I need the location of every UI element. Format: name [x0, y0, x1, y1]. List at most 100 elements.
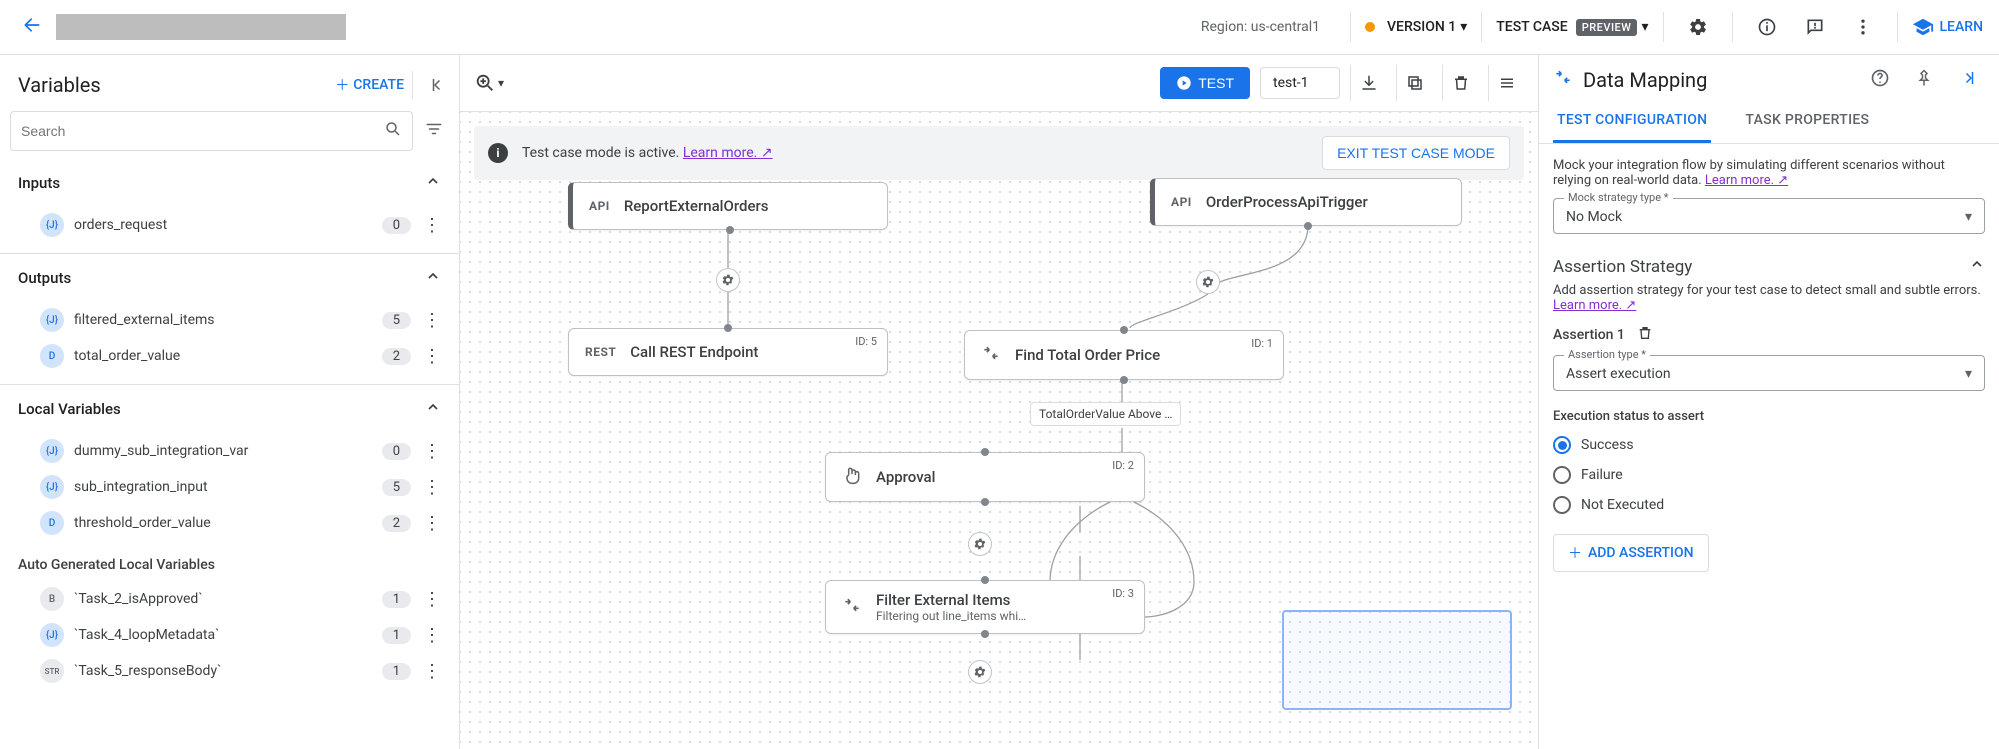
more-vert-icon[interactable]: ⋮ — [421, 441, 443, 462]
more-vert-icon[interactable]: ⋮ — [421, 513, 443, 534]
chevron-up-icon — [1969, 256, 1985, 277]
back-arrow[interactable] — [16, 15, 48, 40]
info-icon[interactable] — [1747, 7, 1787, 47]
assertion-strategy-section[interactable]: Assertion Strategy — [1553, 256, 1985, 277]
search-input[interactable] — [21, 123, 384, 139]
filter-icon[interactable] — [419, 120, 449, 142]
assertion-label: Assertion 1 — [1553, 327, 1625, 343]
variable-row[interactable]: {J} sub_integration_input 5 ⋮ — [0, 469, 459, 505]
more-vert-icon[interactable]: ⋮ — [421, 661, 443, 682]
assertion-type-dropdown[interactable]: Assertion type * Assert execution▾ — [1553, 355, 1985, 391]
right-panel-title: Data Mapping — [1583, 68, 1853, 92]
more-vert-icon[interactable]: ⋮ — [421, 625, 443, 646]
api-icon: API — [1171, 195, 1192, 209]
variables-title: Variables — [18, 73, 327, 97]
tab-task-properties[interactable]: TASK PROPERTIES — [1741, 102, 1873, 143]
learn-button[interactable]: LEARN — [1912, 16, 1984, 38]
gear-icon[interactable] — [1196, 270, 1220, 294]
gear-icon[interactable] — [968, 532, 992, 556]
info-icon: i — [488, 143, 508, 163]
trigger-node-report[interactable]: API ReportExternalOrders — [568, 182, 888, 230]
task-id: ID: 5 — [855, 335, 877, 348]
task-node-filter[interactable]: Filter External Items Filtering out line… — [825, 580, 1145, 634]
task-node-rest[interactable]: REST Call REST Endpoint ID: 5 — [568, 328, 888, 376]
preview-badge: PREVIEW — [1576, 19, 1638, 36]
add-assertion-button[interactable]: ＋ ADD ASSERTION — [1553, 534, 1709, 572]
delete-assertion-icon[interactable] — [1637, 325, 1653, 345]
radio-icon — [1553, 496, 1571, 514]
menu-icon[interactable] — [1488, 65, 1524, 101]
learn-more-link[interactable]: Learn more. ↗ — [1553, 298, 1636, 313]
task-id: ID: 2 — [1112, 459, 1134, 472]
region-label: Region: us-central1 — [1201, 19, 1320, 35]
help-icon[interactable] — [1863, 68, 1897, 92]
version-dropdown[interactable]: VERSION 1 ▾ — [1365, 19, 1467, 35]
task-node-findtotal[interactable]: Find Total Order Price ID: 1 — [964, 330, 1284, 380]
radio-not-executed[interactable]: Not Executed — [1553, 490, 1985, 520]
test-button[interactable]: TEST — [1160, 67, 1250, 99]
selection-rectangle — [1282, 610, 1512, 710]
zoom-dropdown[interactable]: ▾ — [474, 72, 504, 94]
page-title-redacted — [56, 14, 346, 40]
variable-row[interactable]: {J} orders_request 0 ⋮ — [0, 207, 459, 243]
variable-row[interactable]: STR `Task_5_responseBody` 1 ⋮ — [0, 653, 459, 689]
integration-canvas[interactable]: i Test case mode is active. Learn more. … — [460, 112, 1538, 749]
outputs-section-header[interactable]: Outputs — [0, 254, 459, 302]
copy-icon[interactable] — [1396, 65, 1432, 101]
learn-more-link[interactable]: Learn more. ↗ — [1705, 173, 1788, 188]
chevron-down-icon: ▾ — [1641, 19, 1648, 35]
autogen-subheader: Auto Generated Local Variables — [0, 541, 459, 581]
test-name-input[interactable]: test-1 — [1260, 67, 1340, 99]
mock-strategy-dropdown[interactable]: Mock strategy type * No Mock▾ — [1553, 198, 1985, 234]
chevron-up-icon — [425, 268, 441, 288]
json-type-icon: {J} — [40, 213, 64, 237]
collapse-panel-icon[interactable] — [412, 71, 447, 99]
chevron-up-icon — [425, 173, 441, 193]
variable-row[interactable]: {J} dummy_sub_integration_var 0 ⋮ — [0, 433, 459, 469]
learn-more-link[interactable]: Learn more. ↗ — [683, 145, 773, 161]
plus-icon: ＋ — [335, 75, 349, 95]
rest-icon: REST — [585, 345, 616, 359]
more-vert-icon[interactable]: ⋮ — [421, 589, 443, 610]
more-vert-icon[interactable] — [1843, 7, 1883, 47]
execution-status-label: Execution status to assert — [1553, 409, 1985, 424]
variable-row[interactable]: B `Task_2_isApproved` 1 ⋮ — [0, 581, 459, 617]
double-type-icon: D — [40, 511, 64, 535]
task-id: ID: 3 — [1112, 587, 1134, 600]
settings-gear-icon[interactable] — [1678, 7, 1718, 47]
datamapping-icon — [981, 343, 1001, 367]
testcase-dropdown[interactable]: TEST CASE PREVIEW ▾ — [1496, 19, 1648, 36]
string-type-icon: STR — [40, 659, 64, 683]
trigger-node-orderprocess[interactable]: API OrderProcessApiTrigger — [1150, 178, 1462, 226]
delete-icon[interactable] — [1442, 65, 1478, 101]
expand-panel-icon[interactable] — [1951, 69, 1985, 91]
locals-section-header[interactable]: Local Variables — [0, 385, 459, 433]
radio-failure[interactable]: Failure — [1553, 460, 1985, 490]
chevron-down-icon: ▾ — [498, 76, 504, 90]
more-vert-icon[interactable]: ⋮ — [421, 310, 443, 331]
edge-condition-label[interactable]: TotalOrderValue Above … — [1030, 402, 1181, 426]
datamapping-icon — [842, 595, 862, 619]
exit-testcase-button[interactable]: EXIT TEST CASE MODE — [1322, 136, 1510, 170]
gear-icon[interactable] — [968, 660, 992, 684]
gear-icon[interactable] — [716, 268, 740, 292]
search-icon — [384, 120, 402, 142]
inputs-section-header[interactable]: Inputs — [0, 159, 459, 207]
more-vert-icon[interactable]: ⋮ — [421, 215, 443, 236]
pin-icon[interactable] — [1907, 69, 1941, 91]
variable-row[interactable]: D total_order_value 2 ⋮ — [0, 338, 459, 374]
tab-test-configuration[interactable]: TEST CONFIGURATION — [1553, 102, 1711, 143]
feedback-icon[interactable] — [1795, 7, 1835, 47]
variable-row[interactable]: {J} `Task_4_loopMetadata` 1 ⋮ — [0, 617, 459, 653]
chevron-down-icon: ▾ — [1965, 366, 1972, 382]
more-vert-icon[interactable]: ⋮ — [421, 346, 443, 367]
more-vert-icon[interactable]: ⋮ — [421, 477, 443, 498]
variable-row[interactable]: {J} filtered_external_items 5 ⋮ — [0, 302, 459, 338]
create-button[interactable]: ＋ CREATE — [335, 75, 404, 95]
radio-success[interactable]: Success — [1553, 430, 1985, 460]
task-node-approval[interactable]: Approval ID: 2 — [825, 452, 1145, 502]
download-icon[interactable] — [1350, 65, 1386, 101]
variable-row[interactable]: D threshold_order_value 2 ⋮ — [0, 505, 459, 541]
double-type-icon: D — [40, 344, 64, 368]
plus-icon: ＋ — [1568, 543, 1582, 563]
